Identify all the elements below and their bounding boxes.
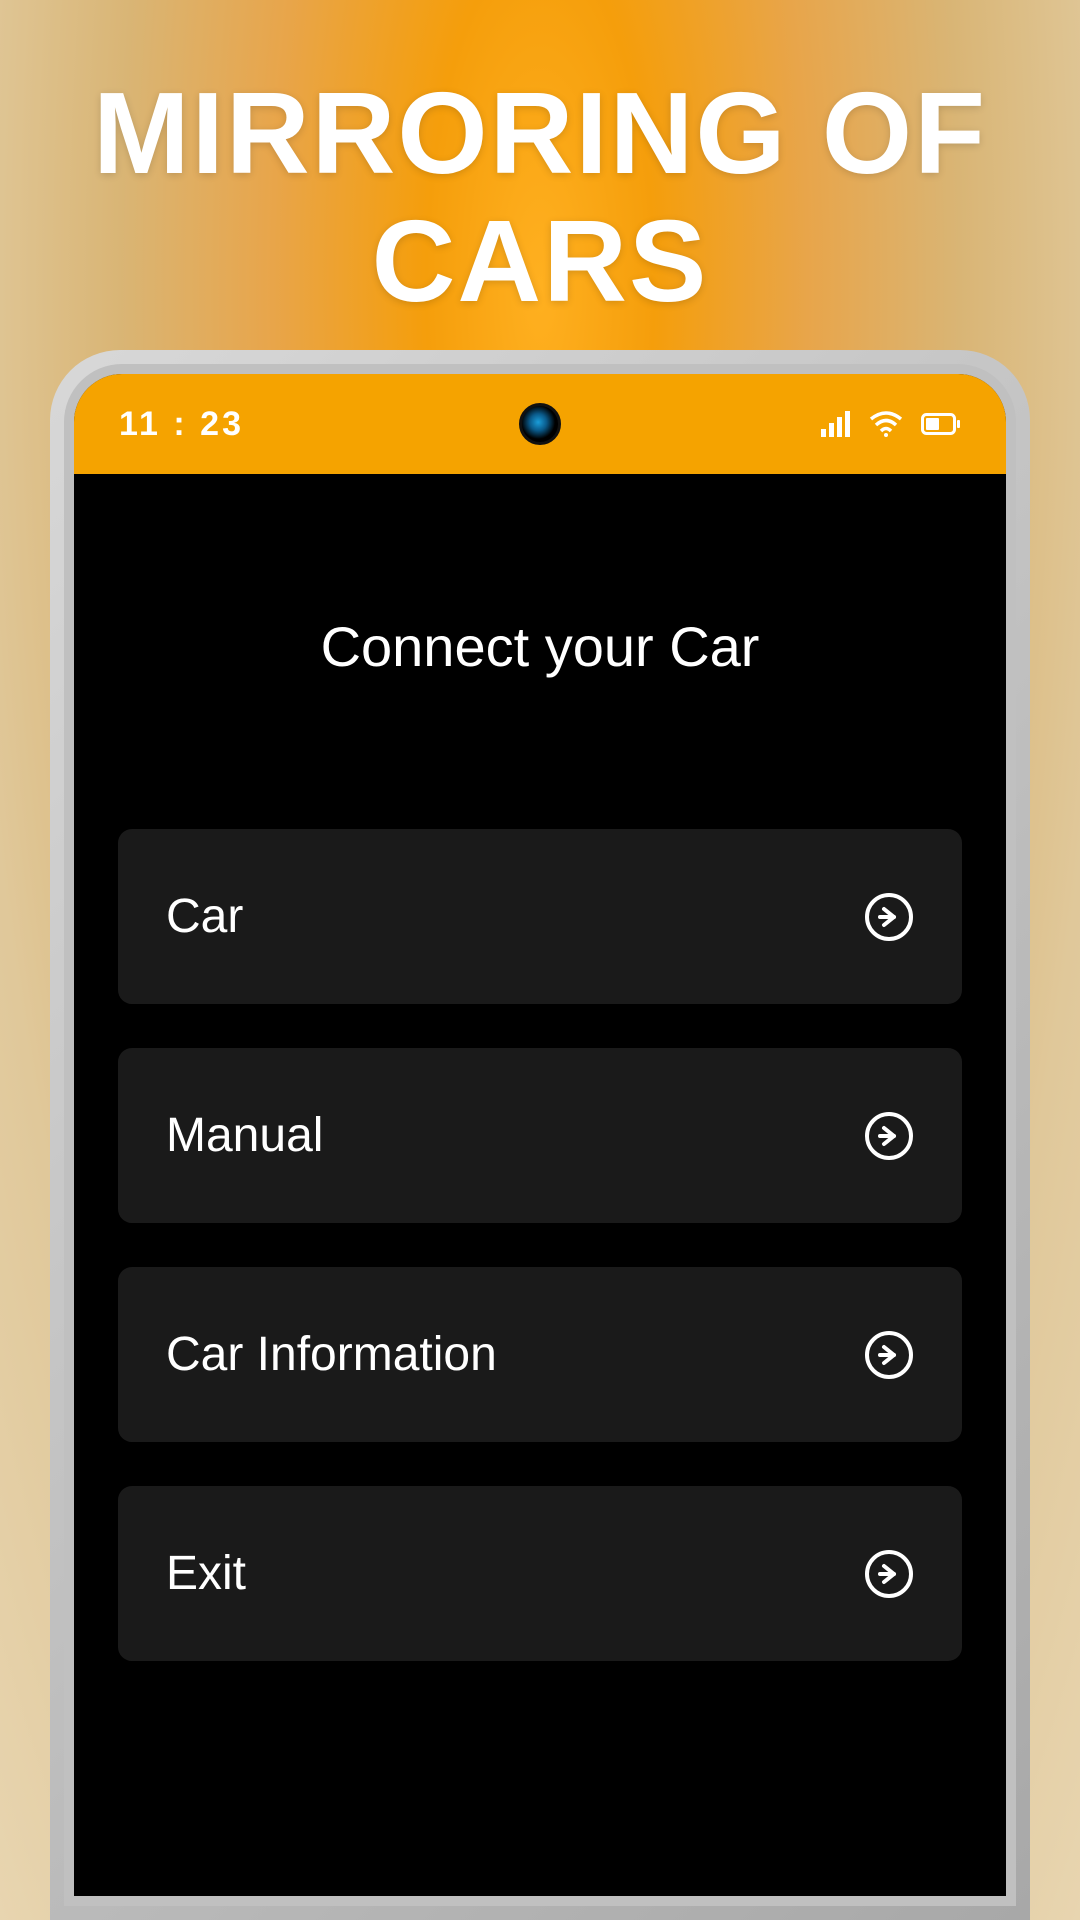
screen-content: Connect your Car Car Man — [74, 614, 1006, 1661]
menu-item-car[interactable]: Car — [118, 829, 962, 1004]
status-bar: 11 : 23 — [74, 374, 1006, 474]
arrow-right-circle-icon — [864, 1549, 914, 1599]
menu-item-label: Manual — [166, 1108, 323, 1163]
arrow-right-circle-icon — [864, 1111, 914, 1161]
phone-frame: 11 : 23 — [50, 350, 1030, 1920]
arrow-right-circle-icon — [864, 1330, 914, 1380]
status-time: 11 : 23 — [119, 405, 244, 444]
arrow-right-circle-icon — [864, 892, 914, 942]
menu-list: Car Manual — [118, 829, 962, 1661]
menu-item-car-information[interactable]: Car Information — [118, 1267, 962, 1442]
screen-title: Connect your Car — [118, 614, 962, 679]
camera-notch — [519, 403, 561, 445]
phone-screen: 11 : 23 — [74, 374, 1006, 1896]
menu-item-manual[interactable]: Manual — [118, 1048, 962, 1223]
promo-title-line2: CARS — [372, 196, 709, 326]
menu-item-label: Car Information — [166, 1327, 497, 1382]
menu-item-label: Exit — [166, 1546, 246, 1601]
promo-title: MIRRORING OF CARS — [0, 0, 1080, 325]
menu-item-exit[interactable]: Exit — [118, 1486, 962, 1661]
menu-item-label: Car — [166, 889, 243, 944]
phone-inner: 11 : 23 — [64, 364, 1016, 1906]
signal-icon — [821, 411, 851, 437]
promo-title-line1: MIRRORING OF — [93, 68, 987, 198]
status-icons — [821, 411, 961, 437]
wifi-icon — [869, 411, 903, 437]
battery-icon — [921, 413, 961, 435]
